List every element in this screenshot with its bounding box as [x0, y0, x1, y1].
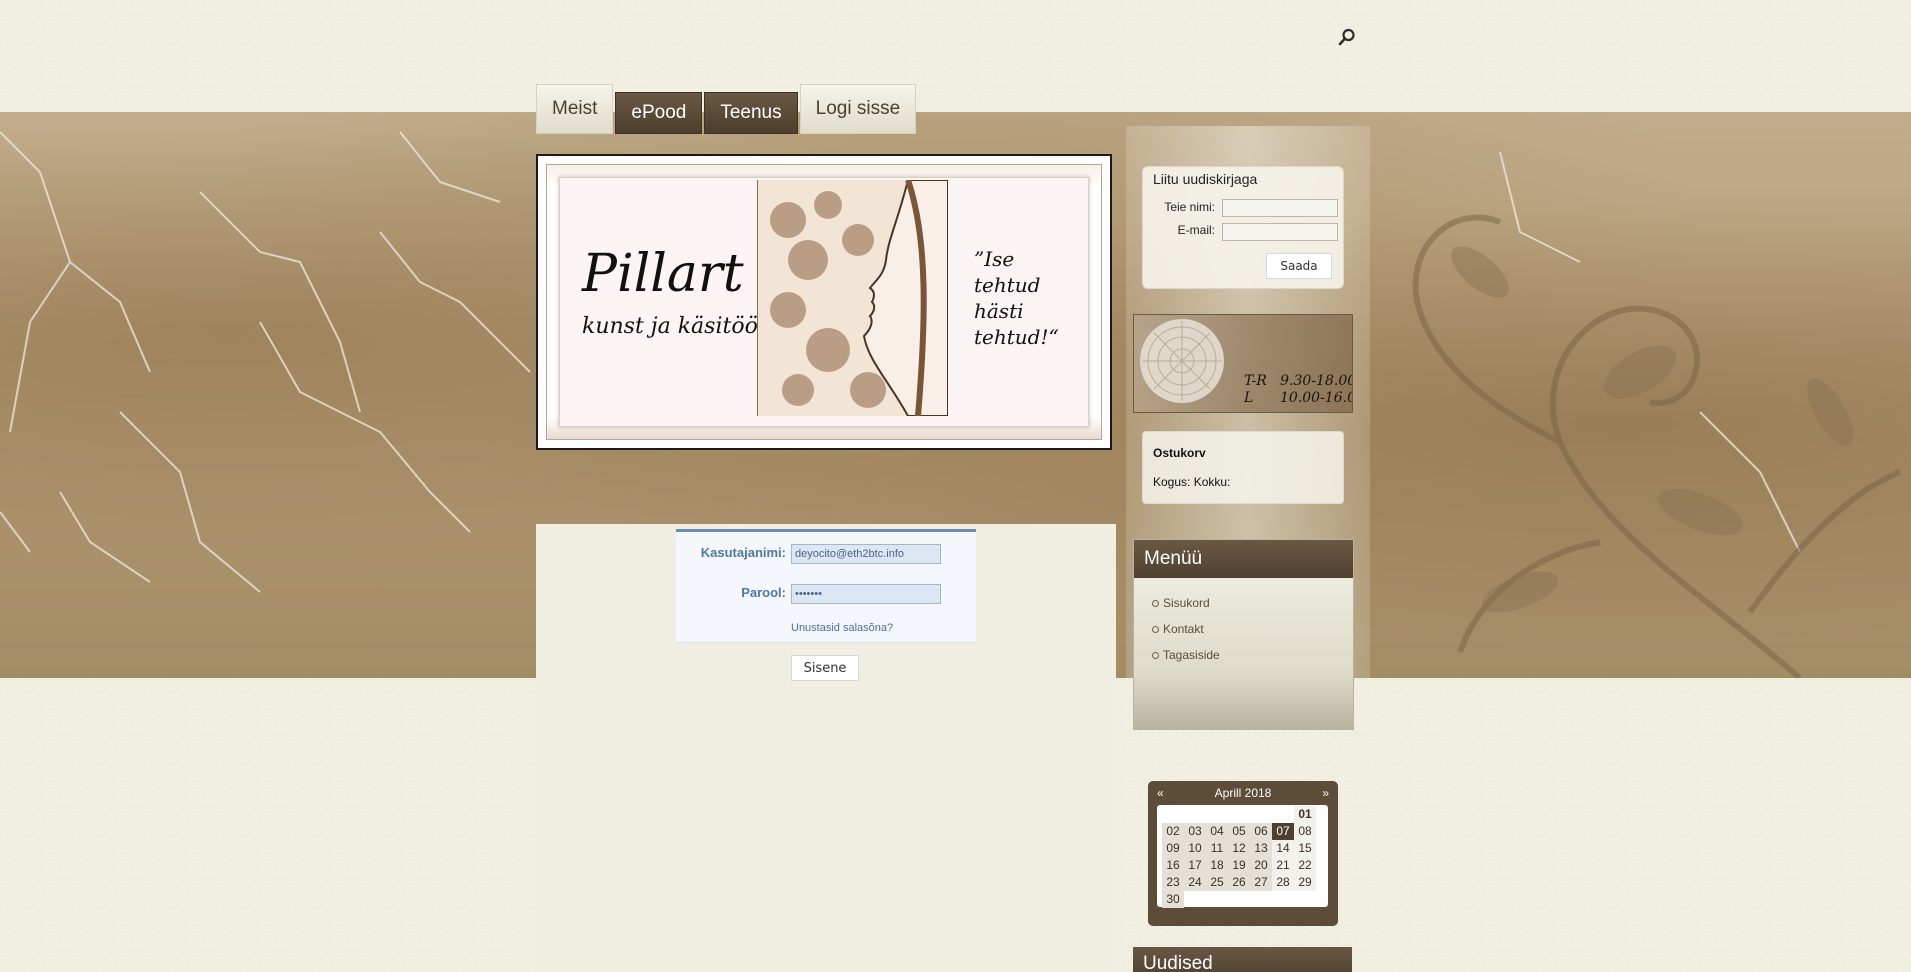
- calendar-day[interactable]: 11: [1206, 840, 1228, 857]
- calendar-day[interactable]: 09: [1162, 840, 1184, 857]
- calendar-day[interactable]: 04: [1206, 823, 1228, 840]
- password-input[interactable]: [791, 584, 941, 604]
- calendar-week: 01: [1162, 806, 1323, 823]
- logo-title: Pillart: [582, 244, 744, 304]
- calendar-day[interactable]: 21: [1272, 857, 1294, 874]
- calendar-day[interactable]: 18: [1206, 857, 1228, 874]
- newsletter-title: Liitu uudiskirjaga: [1153, 171, 1258, 187]
- email-label: E-mail:: [1177, 223, 1215, 237]
- calendar-day[interactable]: 07: [1272, 823, 1294, 840]
- calendar-empty-cell: [1228, 806, 1250, 823]
- calendar-week: 30: [1162, 891, 1323, 908]
- calendar-widget: « Aprill 2018 » 01 02 03 04 05 06 07 08 09 10 11 12…: [1148, 781, 1338, 926]
- calendar-day[interactable]: 23: [1162, 874, 1184, 891]
- calendar-next-button[interactable]: »: [1322, 786, 1329, 800]
- calendar-day[interactable]: 10: [1184, 840, 1206, 857]
- calendar-empty-cell: [1162, 806, 1184, 823]
- calendar-day[interactable]: 05: [1228, 823, 1250, 840]
- menu-title: Menüü: [1134, 540, 1353, 578]
- login-submit-button[interactable]: Sisene: [791, 655, 859, 681]
- calendar-day[interactable]: 02: [1162, 823, 1184, 840]
- calendar-day[interactable]: 15: [1294, 840, 1316, 857]
- password-label: Parool:: [741, 585, 786, 600]
- username-label: Kasutajanimi:: [700, 545, 786, 560]
- site-banner: Pillart kunst ja käsitöö ”Ise tehtud häs…: [536, 154, 1112, 450]
- calendar-day[interactable]: 06: [1250, 823, 1272, 840]
- calendar-day[interactable]: 27: [1250, 874, 1272, 891]
- calendar-day[interactable]: 30: [1162, 891, 1184, 908]
- tab-teenus[interactable]: Teenus: [704, 92, 798, 134]
- opening-hours-image: T-R 9.30-18.00 L 10.00-16.00: [1133, 314, 1353, 413]
- calendar-empty-cell: [1272, 891, 1294, 908]
- bullet-icon: [1152, 625, 1159, 633]
- calendar-day[interactable]: 29: [1294, 874, 1316, 891]
- calendar-empty-cell: [1184, 891, 1206, 908]
- calendar-day[interactable]: 28: [1272, 874, 1294, 891]
- calendar-day[interactable]: 14: [1272, 840, 1294, 857]
- calendar-week: 09 10 11 12 13 14 15: [1162, 840, 1323, 857]
- cart-title: Ostukorv: [1153, 446, 1206, 460]
- calendar-day[interactable]: 08: [1294, 823, 1316, 840]
- banner-quote: ”Ise tehtud hästi tehtud!“: [974, 247, 1059, 349]
- calendar-day[interactable]: 22: [1294, 857, 1316, 874]
- cart-summary: Kogus: Kokku:: [1153, 475, 1231, 489]
- calendar-day[interactable]: 19: [1228, 857, 1250, 874]
- calendar-empty-cell: [1294, 891, 1316, 908]
- calendar-day[interactable]: 01: [1294, 806, 1316, 823]
- username-input[interactable]: [791, 544, 941, 564]
- newsletter-name-input[interactable]: [1222, 199, 1338, 217]
- login-form: Kasutajanimi: Parool: Unustasid salasõna…: [676, 529, 976, 643]
- calendar-empty-cell: [1250, 806, 1272, 823]
- calendar-empty-cell: [1228, 891, 1250, 908]
- calendar-day[interactable]: 17: [1184, 857, 1206, 874]
- tab-meist[interactable]: Meist: [536, 84, 614, 134]
- calendar-day[interactable]: 24: [1184, 874, 1206, 891]
- bullet-icon: [1152, 599, 1159, 607]
- calendar-day[interactable]: 25: [1206, 874, 1228, 891]
- calendar-grid: 01 02 03 04 05 06 07 08 09 10 11 12 13 14 15 16 17 18 19 20…: [1157, 805, 1328, 908]
- calendar-day[interactable]: 13: [1250, 840, 1272, 857]
- opening-hours-text: T-R 9.30-18.00 L 10.00-16.00: [1244, 373, 1353, 406]
- calendar-day[interactable]: 26: [1228, 874, 1250, 891]
- menu-item-kontakt[interactable]: Kontakt: [1152, 616, 1353, 642]
- menu-item-tagasiside[interactable]: Tagasiside: [1152, 642, 1353, 668]
- tab-epood[interactable]: ePood: [615, 92, 703, 134]
- portrait-image: [757, 179, 949, 417]
- menu-widget: Menüü Sisukord Kontakt Tagasiside: [1133, 539, 1354, 730]
- shopping-cart-widget: Ostukorv Kogus: Kokku:: [1142, 431, 1344, 504]
- news-title: Uudised: [1133, 947, 1352, 972]
- calendar-empty-cell: [1206, 891, 1228, 908]
- forgot-password-link[interactable]: Unustasid salasõna?: [791, 622, 893, 634]
- calendar-empty-cell: [1272, 806, 1294, 823]
- name-label: Teie nimi:: [1164, 200, 1215, 214]
- logo-subtitle: kunst ja käsitöö: [582, 314, 758, 339]
- calendar-week: 16 17 18 19 20 21 22: [1162, 857, 1323, 874]
- calendar-title: Aprill 2018: [1214, 786, 1272, 800]
- calendar-empty-cell: [1250, 891, 1272, 908]
- newsletter-widget: Liitu uudiskirjaga Teie nimi: E-mail: Sa…: [1142, 166, 1344, 289]
- calendar-day[interactable]: 20: [1250, 857, 1272, 874]
- calendar-empty-cell: [1206, 806, 1228, 823]
- menu-item-sisukord[interactable]: Sisukord: [1152, 590, 1353, 616]
- search-icon[interactable]: [1338, 28, 1356, 46]
- tab-logi-sisse[interactable]: Logi sisse: [799, 84, 917, 134]
- calendar-day[interactable]: 03: [1184, 823, 1206, 840]
- newsletter-email-input[interactable]: [1222, 223, 1338, 241]
- calendar-week: 02 03 04 05 06 07 08: [1162, 823, 1323, 840]
- newsletter-submit-button[interactable]: Saada: [1266, 253, 1332, 279]
- calendar-day[interactable]: 16: [1162, 857, 1184, 874]
- calendar-empty-cell: [1184, 806, 1206, 823]
- calendar-week: 23 24 25 26 27 28 29: [1162, 874, 1323, 891]
- main-nav: Meist ePood Teenus Logi sisse: [536, 82, 918, 134]
- bullet-icon: [1152, 651, 1159, 659]
- calendar-day[interactable]: 12: [1228, 840, 1250, 857]
